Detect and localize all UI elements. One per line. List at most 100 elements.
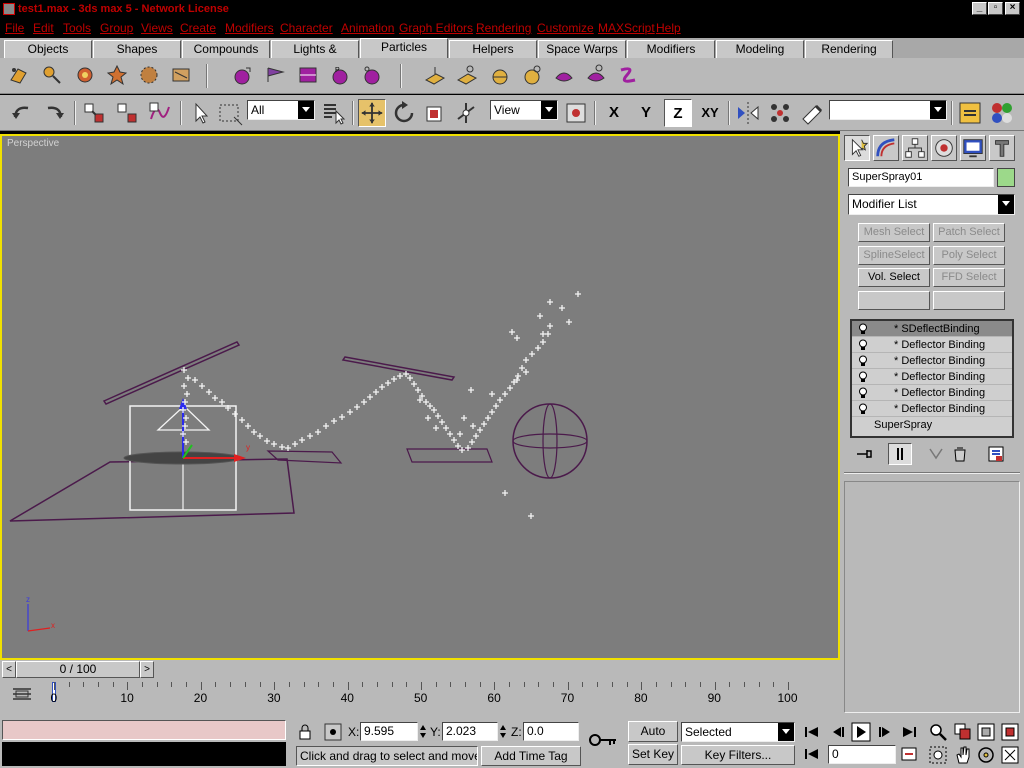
use-pivot-point-center-icon[interactable] (562, 99, 590, 127)
go-to-start-icon[interactable] (803, 724, 821, 740)
named-selection-dropdown[interactable] (829, 100, 947, 120)
undo-icon[interactable] (8, 99, 36, 127)
motion-tab-icon[interactable] (931, 135, 957, 161)
current-frame-field[interactable]: 0 (828, 745, 896, 764)
modify-tab-icon[interactable] (873, 135, 899, 161)
axis-y-button[interactable]: Y (632, 99, 660, 127)
next-frame-arrow[interactable]: > (140, 661, 154, 678)
lightbulb-icon[interactable] (858, 403, 868, 415)
spray-icon[interactable] (41, 64, 63, 86)
menu-rendering[interactable]: Rendering (476, 18, 531, 38)
menu-tools[interactable]: Tools (63, 18, 91, 38)
tab-rendering[interactable]: Rendering (805, 40, 893, 58)
zoom-extents-icon[interactable] (976, 722, 996, 742)
play-icon[interactable] (851, 722, 871, 742)
x-coord-field[interactable]: 9.595 (360, 722, 418, 741)
menu-help[interactable]: Help (656, 18, 681, 38)
menu-character[interactable]: Character (280, 18, 333, 38)
menu-modifiers[interactable]: Modifiers (225, 18, 274, 38)
snow-icon[interactable] (74, 64, 96, 86)
unlink-selection-icon[interactable] (113, 99, 141, 127)
menu-create[interactable]: Create (180, 18, 216, 38)
pf-source-icon[interactable] (8, 64, 30, 86)
push-icon[interactable] (361, 64, 383, 86)
time-slider-thumb[interactable]: 0 / 100 (16, 661, 140, 678)
patch-select-button[interactable]: Patch Select (933, 223, 1005, 242)
previous-frame-icon[interactable] (829, 724, 847, 740)
stack-item[interactable]: * Deflector Binding (852, 337, 1012, 353)
deflector-plane-small-2[interactable] (406, 448, 493, 463)
time-configuration-icon[interactable] (900, 746, 918, 762)
menu-graph-editors[interactable]: Graph Editors (399, 18, 473, 38)
reference-coord-dropdown[interactable]: View (490, 100, 558, 120)
tab-particles[interactable]: Particles (360, 38, 448, 58)
zoom-all-icon[interactable] (953, 722, 973, 742)
deflector-plane-large[interactable] (9, 458, 295, 522)
menu-edit[interactable]: Edit (33, 18, 54, 38)
stack-item[interactable]: * SDeflectBinding (852, 321, 1012, 337)
object-color-swatch[interactable] (997, 168, 1015, 187)
menu-group[interactable]: Group (100, 18, 133, 38)
redo-icon[interactable] (40, 99, 68, 127)
axis-x-button[interactable]: X (600, 99, 628, 127)
select-and-manipulate-icon[interactable] (452, 99, 480, 127)
maxscript-listener-mini[interactable] (2, 720, 286, 740)
lightbulb-icon[interactable] (858, 355, 868, 367)
make-unique-icon[interactable] (926, 444, 946, 464)
hierarchy-tab-icon[interactable] (902, 135, 928, 161)
parray-icon[interactable] (138, 64, 160, 86)
tab-lights-cameras[interactable]: Lights & Cameras (271, 40, 359, 72)
select-and-scale-icon[interactable] (421, 99, 449, 127)
stack-item[interactable]: * Deflector Binding (852, 401, 1012, 417)
prev-frame-arrow[interactable]: < (2, 661, 16, 678)
mirror-icon[interactable] (734, 99, 762, 127)
stack-item[interactable]: * Deflector Binding (852, 353, 1012, 369)
select-and-link-icon[interactable] (80, 99, 108, 127)
wind-icon[interactable] (265, 64, 287, 86)
array-icon[interactable] (766, 99, 794, 127)
spline-select-button[interactable]: SplineSelect (858, 246, 930, 265)
axis-z-button[interactable]: Z (664, 99, 692, 127)
show-end-result-button[interactable] (888, 443, 912, 465)
menu-file[interactable]: File (5, 18, 24, 38)
lightbulb-icon[interactable] (858, 387, 868, 399)
lightbulb-icon[interactable] (858, 371, 868, 383)
pomniflect-icon[interactable] (424, 64, 446, 86)
object-name-field[interactable]: SuperSpray01 (848, 168, 994, 187)
display-tab-icon[interactable] (960, 135, 986, 161)
arc-rotate-icon[interactable] (976, 745, 996, 765)
tab-helpers[interactable]: Helpers (449, 40, 537, 58)
poly-select-button[interactable]: Poly Select (933, 246, 1005, 265)
auto-key-button[interactable]: Auto Key (628, 721, 678, 757)
gravity-icon[interactable] (232, 64, 254, 86)
remove-modifier-icon[interactable] (950, 444, 970, 464)
zoom-icon[interactable] (928, 722, 948, 742)
stack-item-base[interactable]: SuperSpray (852, 417, 1012, 433)
key-mode-dropdown[interactable]: Selected (681, 722, 795, 742)
udeflector-icon[interactable] (553, 64, 575, 86)
lightbulb-icon[interactable] (858, 323, 868, 335)
z-coord-field[interactable]: 0.0 (523, 722, 579, 741)
selection-lock-icon[interactable] (298, 724, 312, 740)
zoom-extents-all-icon[interactable] (1000, 722, 1020, 742)
y-coord-field[interactable]: 2.023 (442, 722, 498, 741)
configure-modifier-sets-icon[interactable] (986, 444, 1006, 464)
set-key-button[interactable]: Set Key (628, 744, 678, 765)
create-tab-icon[interactable] (844, 135, 870, 161)
menu-maxscript[interactable]: MAXScript (598, 18, 655, 38)
go-to-end-icon[interactable] (900, 724, 918, 740)
key-icon[interactable] (588, 730, 618, 750)
utilities-tab-icon[interactable] (989, 135, 1015, 161)
menu-views[interactable]: Views (141, 18, 173, 38)
close-button[interactable]: × (1005, 2, 1020, 15)
modifier-list-dropdown[interactable]: Modifier List (848, 194, 1015, 215)
key-filters-button[interactable]: Key Filters... (681, 745, 795, 765)
material-editor-icon[interactable] (988, 99, 1016, 127)
region-zoom-icon[interactable] (928, 745, 948, 765)
sdeflector-sphere[interactable] (512, 403, 588, 479)
sdeflector-icon[interactable] (456, 64, 478, 86)
select-and-rotate-icon[interactable] (390, 99, 418, 127)
tab-space-warps[interactable]: Space Warps (538, 40, 626, 58)
named-selection-icon[interactable] (798, 99, 826, 127)
maximize-viewport-icon[interactable] (1000, 745, 1020, 765)
